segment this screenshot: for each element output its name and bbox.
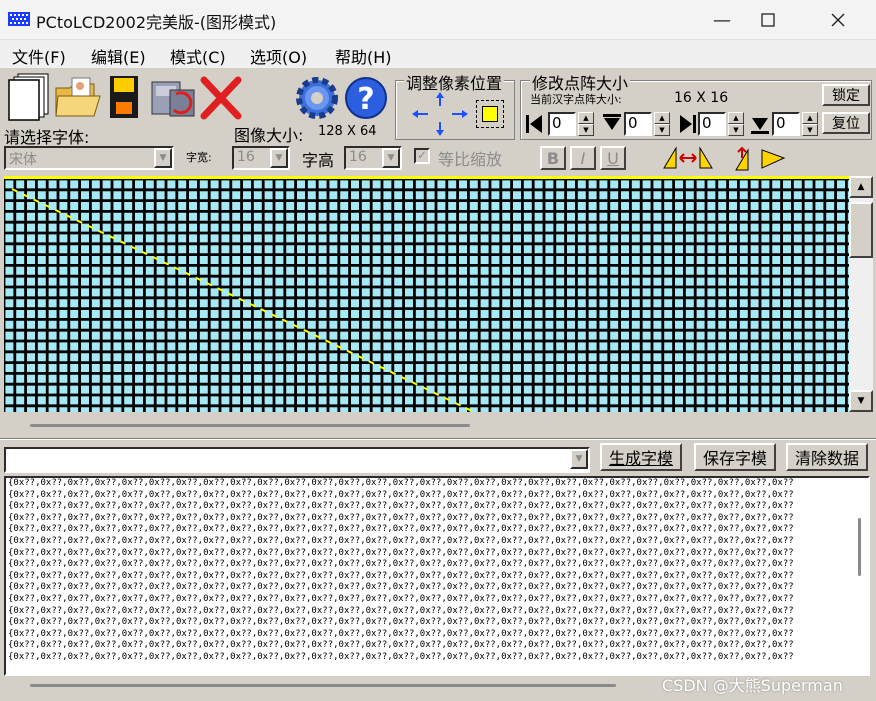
menu-options[interactable]: 选项(O) [250,44,307,68]
output-line: {0x??,0x??,0x??,0x??,0x??,0x??,0x??,0x??… [8,559,794,570]
italic-button[interactable]: I [570,146,596,170]
maximize-button[interactable] [736,0,800,40]
grid-horizontal-scrollbar[interactable] [4,412,873,438]
bottom-margin-input[interactable]: 0 [772,112,800,136]
reset-button[interactable]: 复位 [822,112,870,134]
image-size-value: 128 X 64 [318,124,377,139]
window-title: PCtoLCD2002完美版-(图形模式) [36,13,277,32]
output-line: {0x??,0x??,0x??,0x??,0x??,0x??,0x??,0x??… [8,593,794,604]
menu-edit[interactable]: 编辑(E) [91,44,146,68]
delete-icon[interactable] [198,72,244,122]
output-line: {0x??,0x??,0x??,0x??,0x??,0x??,0x??,0x??… [8,605,794,616]
flip-horizontal-icon[interactable] [660,146,716,170]
center-pixels-button[interactable] [476,100,504,128]
close-icon [831,13,845,27]
output-lines: {0x??,0x??,0x??,0x??,0x??,0x??,0x??,0x??… [6,478,868,664]
close-button[interactable] [806,0,870,40]
char-width-select[interactable]: 16 ▼ [232,146,290,170]
chevron-down-icon: ▼ [382,148,400,168]
horizontal-scroll-thumb[interactable] [30,424,470,427]
current-matrix-label: 当前汉字点阵大小: [530,93,622,106]
select-font-label: 请选择字体: [4,128,90,147]
minimize-icon: — [713,9,731,31]
top-margin-input[interactable]: 0 [624,112,652,136]
current-matrix-value: 16 X 16 [674,90,729,106]
menu-help[interactable]: 帮助(H) [335,44,392,68]
output-scroll-thumb[interactable] [858,518,861,576]
splitter[interactable] [0,438,876,440]
svg-text:?: ? [357,82,374,117]
output-line: {0x??,0x??,0x??,0x??,0x??,0x??,0x??,0x??… [8,524,794,535]
export-icon[interactable] [148,72,198,122]
output-line: {0x??,0x??,0x??,0x??,0x??,0x??,0x??,0x??… [8,547,794,558]
left-margin-icon [526,115,542,133]
output-line: {0x??,0x??,0x??,0x??,0x??,0x??,0x??,0x??… [8,651,794,662]
output-line: {0x??,0x??,0x??,0x??,0x??,0x??,0x??,0x??… [8,512,794,523]
output-hscroll-thumb[interactable] [30,684,616,687]
char-height-label: 字高 [302,151,335,170]
center-icon [482,106,498,122]
output-line: {0x??,0x??,0x??,0x??,0x??,0x??,0x??,0x??… [8,570,794,581]
output-line: {0x??,0x??,0x??,0x??,0x??,0x??,0x??,0x??… [8,640,794,651]
bold-button[interactable]: B [540,146,566,170]
output-line: {0x??,0x??,0x??,0x??,0x??,0x??,0x??,0x??… [8,535,794,546]
left-margin-spinner[interactable]: ▲ ▼ [578,112,594,136]
maximize-icon [761,13,775,27]
watermark: CSDN @大熊Superman [662,676,843,695]
scroll-down-button[interactable]: ▼ [849,390,873,412]
char-height-select[interactable]: 16 ▼ [344,146,402,170]
save-disk-icon[interactable] [104,72,144,122]
output-textarea[interactable]: {0x??,0x??,0x??,0x??,0x??,0x??,0x??,0x??… [4,476,870,676]
pixel-grid[interactable] [4,176,849,412]
grid-vertical-scrollbar[interactable]: ▲ ▼ [849,176,873,412]
bottom-margin-spinner[interactable]: ▲ ▼ [802,112,818,136]
underline-button[interactable]: U [600,146,626,170]
image-size-label: 图像大小: [234,126,304,145]
settings-gear-icon[interactable] [292,72,342,122]
output-line: {0x??,0x??,0x??,0x??,0x??,0x??,0x??,0x??… [8,478,794,488]
left-margin-input[interactable]: 0 [548,112,576,136]
generate-button[interactable]: 生成字模 [600,443,682,471]
proportional-label: 等比缩放 [438,150,503,169]
right-margin-input[interactable]: 0 [698,112,726,136]
scroll-up-button[interactable]: ▲ [849,176,873,198]
help-icon[interactable]: ? [342,72,390,122]
open-folder-icon[interactable] [54,72,102,122]
right-margin-spinner[interactable]: ▲ ▼ [728,112,744,136]
char-width-value: 16 [237,149,255,165]
bottom-margin-icon [751,118,769,134]
output-line: {0x??,0x??,0x??,0x??,0x??,0x??,0x??,0x??… [8,489,794,500]
output-format-select[interactable]: ▼ [4,447,590,473]
char-width-label: 字宽: [186,151,212,164]
char-height-value: 16 [349,149,367,165]
output-line: {0x??,0x??,0x??,0x??,0x??,0x??,0x??,0x??… [8,617,794,628]
output-line: {0x??,0x??,0x??,0x??,0x??,0x??,0x??,0x??… [8,582,794,593]
menu-mode[interactable]: 模式(C) [170,44,226,68]
output-line: {0x??,0x??,0x??,0x??,0x??,0x??,0x??,0x??… [8,628,794,639]
new-file-icon[interactable] [6,72,54,122]
save-font-button[interactable]: 保存字模 [694,443,776,471]
menu-file[interactable]: 文件(F) [12,44,66,68]
chevron-down-icon: ▼ [570,449,588,469]
app-icon [8,12,30,26]
top-margin-spinner[interactable]: ▲ ▼ [654,112,670,136]
chevron-down-icon: ▼ [270,148,288,168]
font-select[interactable]: 宋体 ▼ [4,146,174,170]
lock-button[interactable]: 锁定 [822,84,870,106]
flip-vertical-icon[interactable] [732,144,788,172]
top-margin-icon [603,114,621,130]
scroll-thumb[interactable] [849,202,873,258]
right-margin-icon [680,115,696,133]
font-select-value: 宋体 [9,152,37,168]
clear-data-button[interactable]: 清除数据 [786,443,868,471]
move-pixels-icon[interactable] [410,88,470,140]
proportional-checkbox[interactable]: ✓ [414,148,430,164]
pixel-grid-canvas[interactable] [4,179,849,412]
output-line: {0x??,0x??,0x??,0x??,0x??,0x??,0x??,0x??… [8,501,794,512]
chevron-down-icon: ▼ [154,148,172,168]
